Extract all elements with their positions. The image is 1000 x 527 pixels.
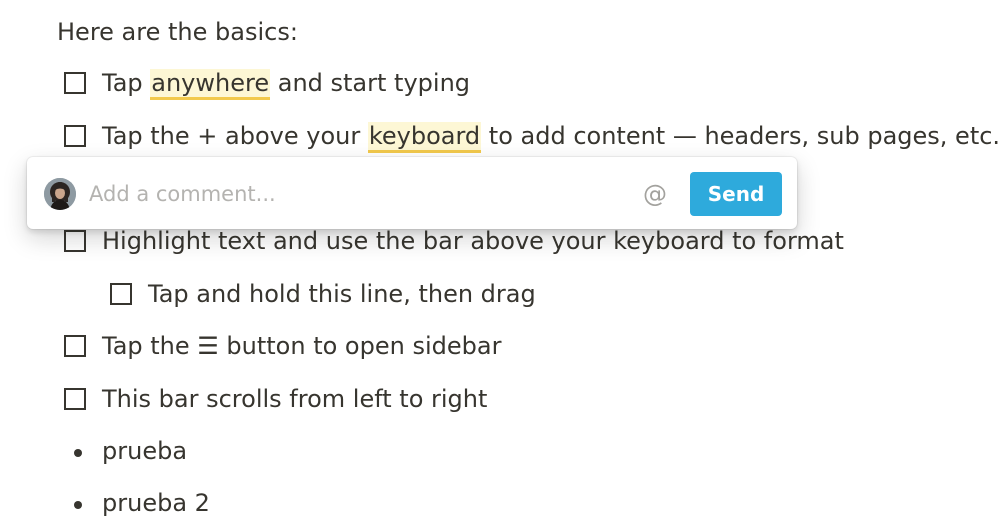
todo-text[interactable]: Tap the + above your keyboard to add con… — [102, 121, 1000, 153]
checkbox[interactable] — [64, 125, 86, 147]
intro-text: Here are the basics: — [57, 18, 298, 46]
text-segment: Tap — [102, 69, 151, 97]
checkbox[interactable] — [64, 335, 86, 357]
bullet-text[interactable]: prueba — [102, 436, 187, 466]
text-segment: Tap the + above your — [102, 122, 368, 150]
checkbox[interactable] — [64, 72, 86, 94]
highlighted-text[interactable]: anywhere — [150, 69, 271, 100]
send-button[interactable]: Send — [690, 172, 782, 216]
checkbox[interactable] — [110, 283, 132, 305]
highlighted-text[interactable]: keyboard — [367, 122, 482, 153]
todo-text[interactable]: Tap and hold this line, then drag — [148, 279, 536, 309]
text-segment: and start typing — [270, 69, 471, 97]
todo-text[interactable]: Tap the ☰ button to open sidebar — [102, 331, 501, 361]
mention-at-icon[interactable]: @ — [643, 179, 667, 209]
todo-text[interactable]: Tap anywhere and start typing — [102, 68, 471, 100]
bullet-dot-icon — [74, 449, 82, 457]
checkbox[interactable] — [64, 230, 86, 252]
user-avatar-icon — [44, 178, 76, 210]
comment-input[interactable] — [89, 177, 629, 211]
checkbox[interactable] — [64, 388, 86, 410]
text-segment: to add content — headers, sub pages, etc… — [481, 122, 1000, 150]
todo-text[interactable]: This bar scrolls from left to right — [102, 384, 487, 414]
bullet-text[interactable]: prueba 2 — [102, 488, 210, 518]
todo-text[interactable]: Highlight text and use the bar above you… — [102, 226, 844, 256]
bullet-dot-icon — [74, 501, 82, 509]
comment-popover: @ Send — [27, 157, 797, 229]
